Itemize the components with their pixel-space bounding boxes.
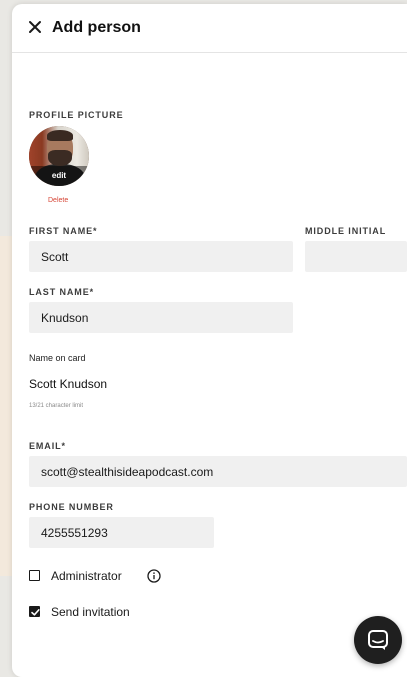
administrator-label: Administrator: [51, 569, 122, 583]
last-name-label-text: LAST NAME: [29, 287, 90, 297]
email-label-text: EMAIL: [29, 441, 62, 451]
panel-header: Add person: [12, 4, 407, 53]
last-name-label: LAST NAME*: [29, 287, 94, 298]
avatar-beard: [48, 150, 72, 166]
email-label: EMAIL*: [29, 441, 66, 452]
phone-number-field[interactable]: 4255551293: [29, 517, 214, 548]
email-required-mark: *: [61, 441, 66, 451]
first-name-field[interactable]: Scott: [29, 241, 293, 272]
middle-initial-label: MIDDLE INITIAL: [305, 226, 387, 236]
first-name-required-mark: *: [93, 226, 98, 236]
name-on-card-label: Name on card: [29, 353, 86, 363]
avatar[interactable]: edit: [29, 126, 89, 186]
delete-photo-link[interactable]: Delete: [48, 196, 68, 205]
send-invitation-option[interactable]: Send invitation: [29, 605, 159, 621]
add-person-panel: Add person PROFILE PICTURE edit Delete F…: [12, 4, 407, 677]
avatar-hair: [47, 130, 73, 141]
name-on-card-value: Scott Knudson: [29, 377, 108, 391]
avatar-edit-label[interactable]: edit: [29, 171, 89, 181]
phone-number-label: PHONE NUMBER: [29, 502, 114, 512]
send-invitation-checkbox[interactable]: [29, 606, 40, 617]
middle-initial-field[interactable]: [305, 241, 407, 272]
first-name-label-text: FIRST NAME: [29, 226, 93, 236]
checkmark-icon: [31, 609, 40, 616]
last-name-required-mark: *: [89, 287, 95, 297]
chat-launcher-button[interactable]: [354, 616, 402, 664]
panel-title: Add person: [52, 19, 141, 36]
send-invitation-label: Send invitation: [51, 605, 130, 619]
administrator-option[interactable]: Administrator: [29, 569, 179, 585]
character-limit-text: 13/21 character limit: [29, 403, 84, 409]
profile-picture-label: PROFILE PICTURE: [29, 110, 124, 120]
close-button[interactable]: [26, 18, 44, 36]
administrator-checkbox[interactable]: [29, 570, 40, 581]
chat-bubble-icon: [368, 630, 388, 650]
first-name-label: FIRST NAME*: [29, 226, 97, 237]
email-field[interactable]: scott@stealthisideapodcast.com: [29, 456, 407, 487]
info-icon[interactable]: [147, 569, 161, 583]
last-name-field[interactable]: Knudson: [29, 302, 293, 333]
close-icon: [29, 21, 41, 33]
